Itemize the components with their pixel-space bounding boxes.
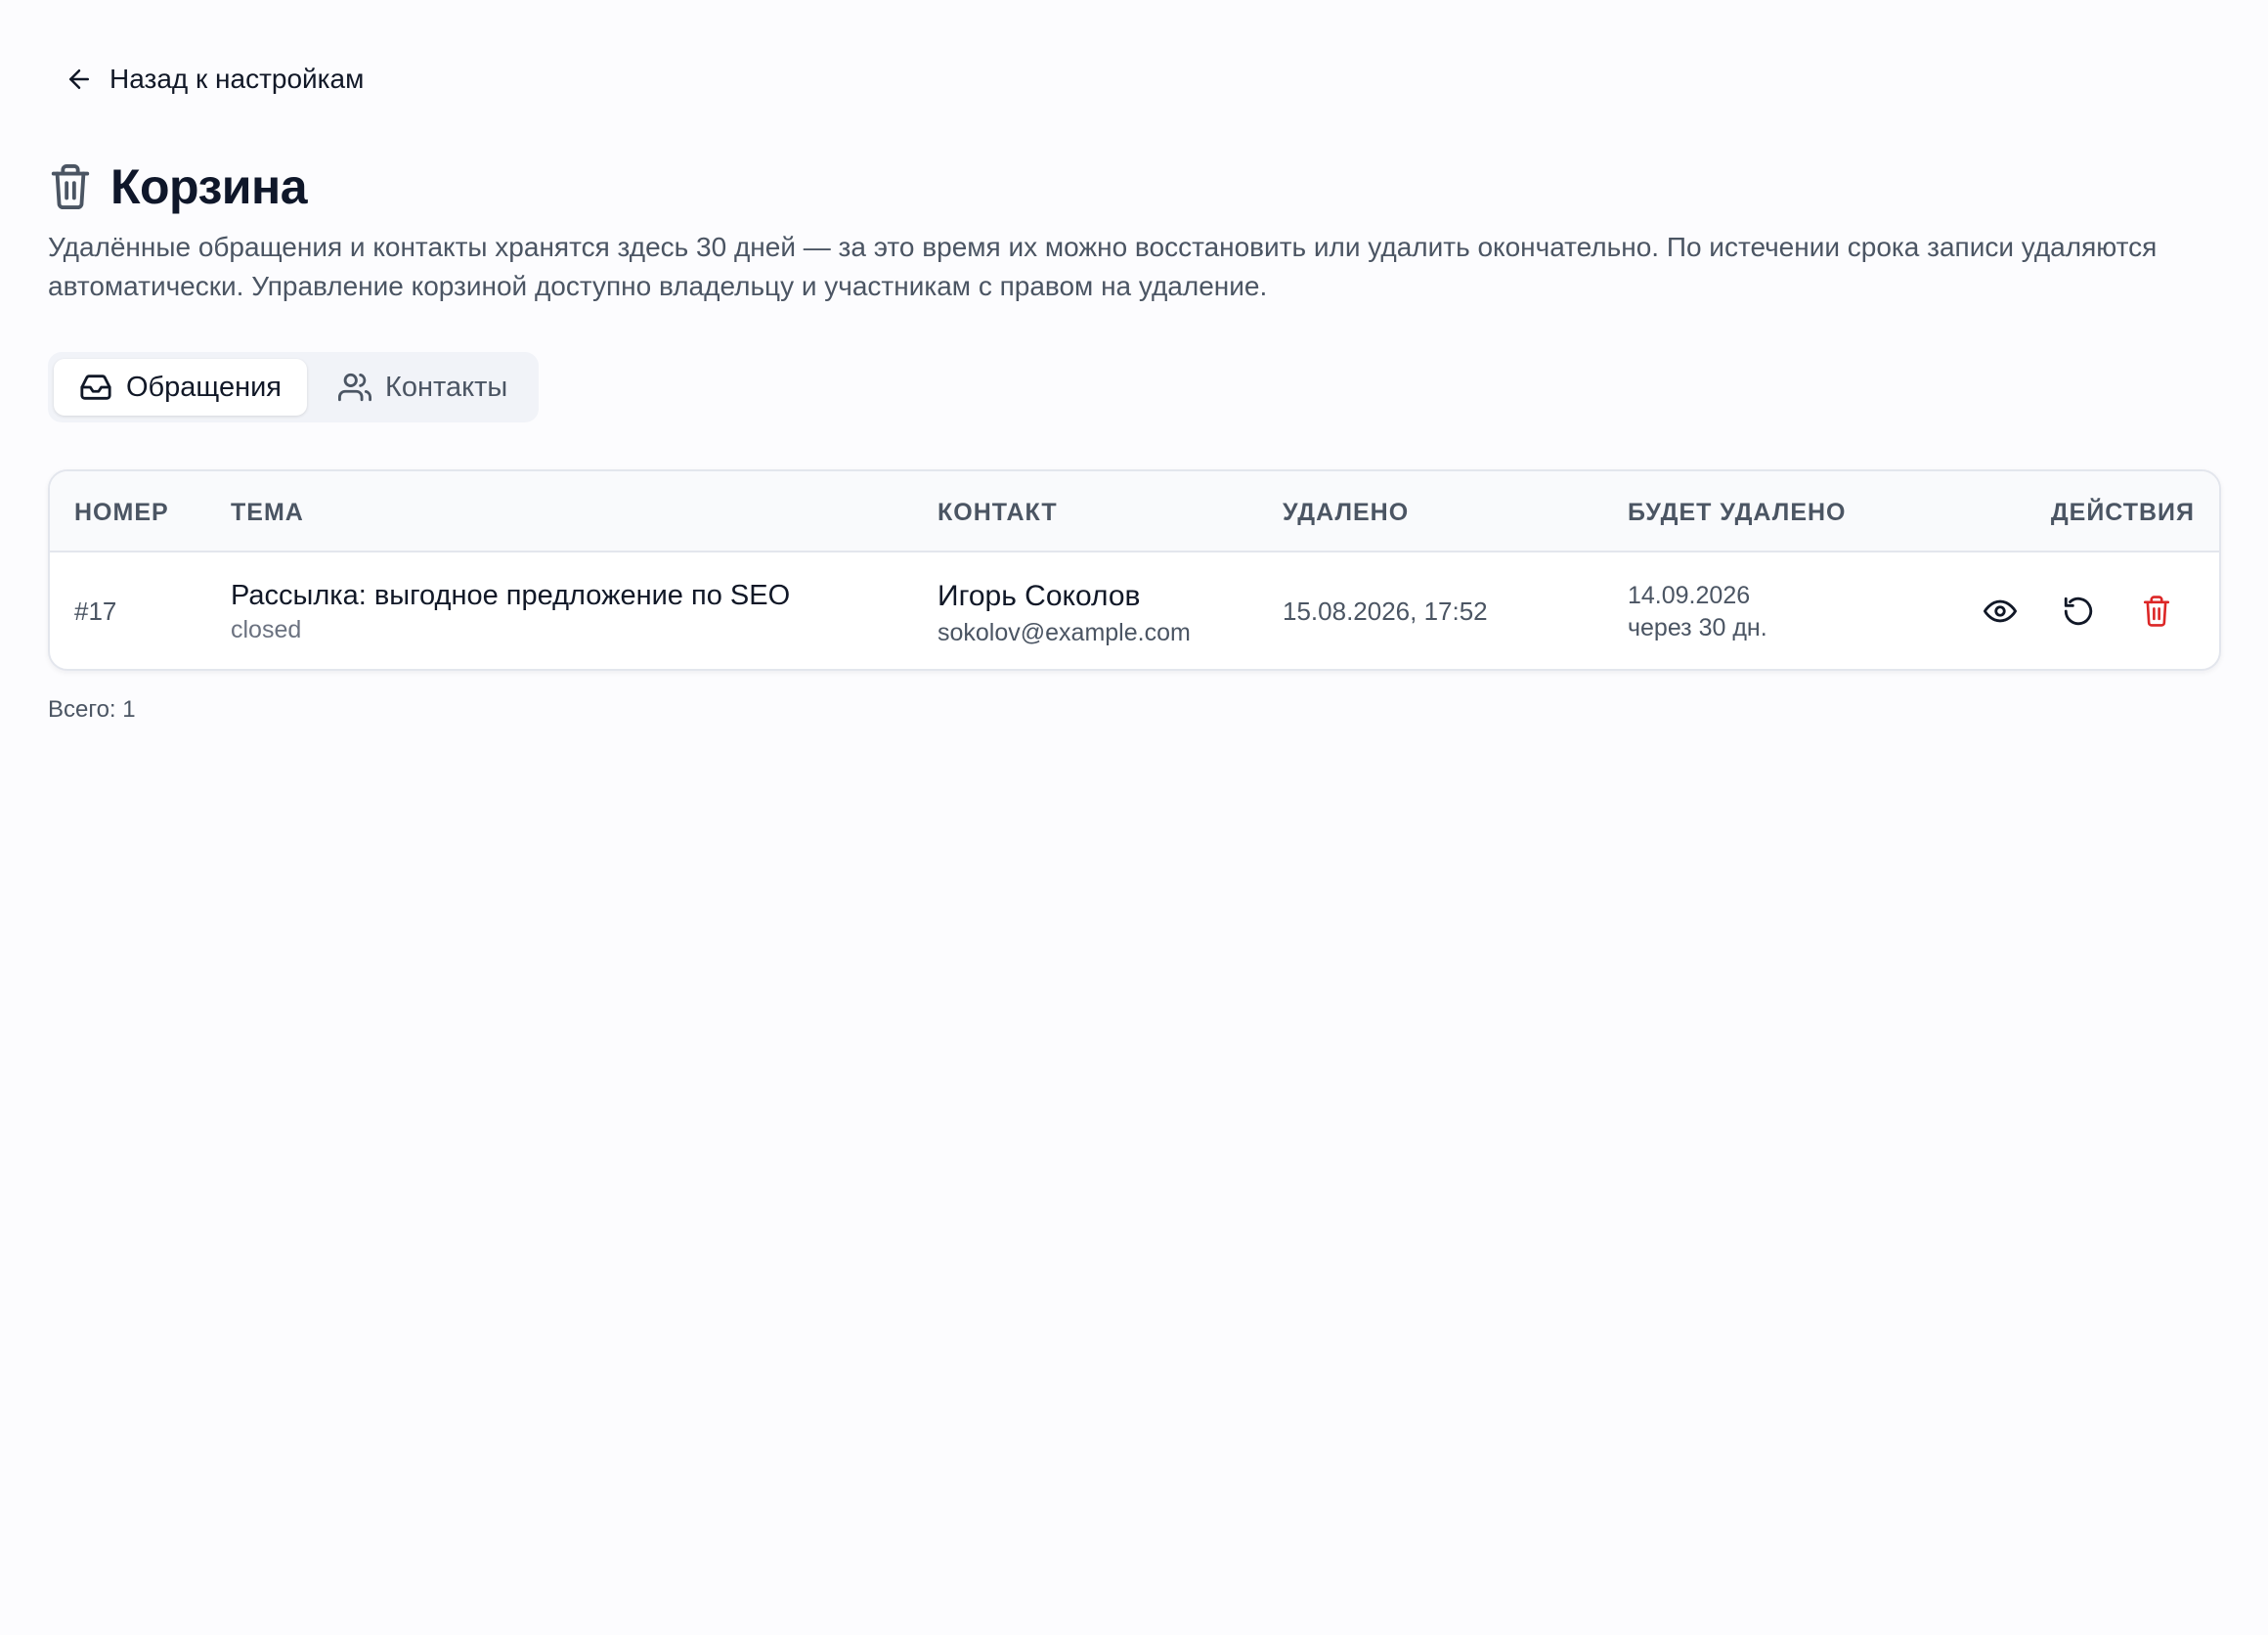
will-delete-cell: 14.09.2026 через 30 дн. [1628,580,1767,644]
users-icon [338,373,372,402]
arrow-left-icon [69,69,89,89]
restore-button[interactable] [2051,584,2106,639]
deleted-at: 15.08.2026, 17:52 [1283,597,1488,626]
page-description: Удалённые обращения и контакты хранятся … [48,232,2158,301]
tab-requests[interactable]: Обращения [54,359,308,416]
eye-icon [1984,599,2017,623]
tab-contacts[interactable]: Контакты [313,359,533,416]
column-header-number: НОМЕР [74,499,169,526]
column-header-actions: ДЕЙСТВИЯ [2050,499,2195,526]
will-delete-date: 14.09.2026 [1628,582,1751,609]
request-subject-cell: Рассылка: выгодное предложение по SEO cl… [231,580,790,644]
tab-requests-label: Обращения [126,371,283,403]
column-header-will-delete: БУДЕТ УДАЛЕНО [1628,499,1847,526]
table-header: НОМЕР ТЕМА КОНТАКТ УДАЛЕНО БУДЕТ УДАЛЕНО… [50,471,2219,552]
inbox-icon [80,375,111,400]
page-title: Корзина [110,159,308,214]
view-button[interactable] [1973,584,2028,639]
trash-page: Назад к настройкам Корзина Удалённые обр… [0,0,2268,1635]
contact-email: sokolov@example.com [938,619,1191,646]
request-subject: Рассылка: выгодное предложение по SEO [231,580,791,611]
tab-contacts-label: Контакты [385,371,508,403]
contact-name: Игорь Соколов [938,580,1141,612]
column-header-contact: КОНТАКТ [938,499,1058,526]
trash-icon [51,164,90,209]
deleted-requests-table: НОМЕР ТЕМА КОНТАКТ УДАЛЕНО БУДЕТ УДАЛЕНО… [48,469,2221,671]
back-link-label: Назад к настройкам [109,64,365,94]
trash-icon [2143,596,2170,627]
request-status: closed [231,616,302,643]
page-header: Корзина [48,158,308,215]
restore-icon [2064,597,2093,626]
back-to-settings-link[interactable]: Назад к настройкам [65,57,364,102]
tab-switcher: Обращения Контакты [48,352,539,422]
contact-cell: Игорь Соколов sokolov@example.com [938,580,1191,647]
request-number: #17 [74,597,117,626]
column-header-subject: ТЕМА [231,499,304,526]
will-delete-remaining: через 30 дн. [1628,614,1767,641]
table-row: #17 Рассылка: выгодное предложение по SE… [50,552,2219,669]
column-header-deleted: УДАЛЕНО [1283,499,1410,526]
total-count: Всего: 1 [48,696,136,723]
row-actions [1973,584,2184,639]
delete-permanently-button[interactable] [2129,584,2184,639]
